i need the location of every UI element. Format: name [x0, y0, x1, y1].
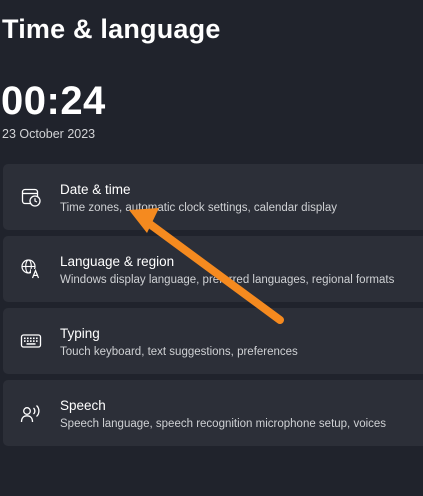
language-region-card-description: Windows display language, preferred lang… — [60, 274, 395, 286]
language-region-card[interactable]: Language & region Windows display langua… — [3, 236, 423, 302]
clock-date: 23 October 2023 — [2, 127, 96, 141]
clock-time: 00:24 — [1, 79, 106, 123]
speech-card-title: Speech — [60, 398, 106, 413]
typing-card-description: Touch keyboard, text suggestions, prefer… — [60, 346, 298, 358]
date-time-card-title: Date & time — [60, 182, 131, 197]
calendar-clock-icon — [20, 186, 42, 208]
typing-card[interactable]: Typing Touch keyboard, text suggestions,… — [3, 308, 423, 374]
typing-card-title: Typing — [60, 326, 100, 341]
date-time-card-description: Time zones, automatic clock settings, ca… — [60, 202, 337, 214]
page-title: Time & language — [2, 14, 221, 44]
date-time-card[interactable]: Date & time Time zones, automatic clock … — [3, 164, 423, 230]
language-region-card-title: Language & region — [60, 254, 175, 269]
keyboard-icon — [20, 330, 42, 352]
speech-card-description: Speech language, speech recognition micr… — [60, 418, 387, 430]
speech-icon — [20, 402, 42, 424]
speech-card[interactable]: Speech Speech language, speech recogniti… — [3, 380, 423, 446]
language-icon — [20, 258, 42, 280]
